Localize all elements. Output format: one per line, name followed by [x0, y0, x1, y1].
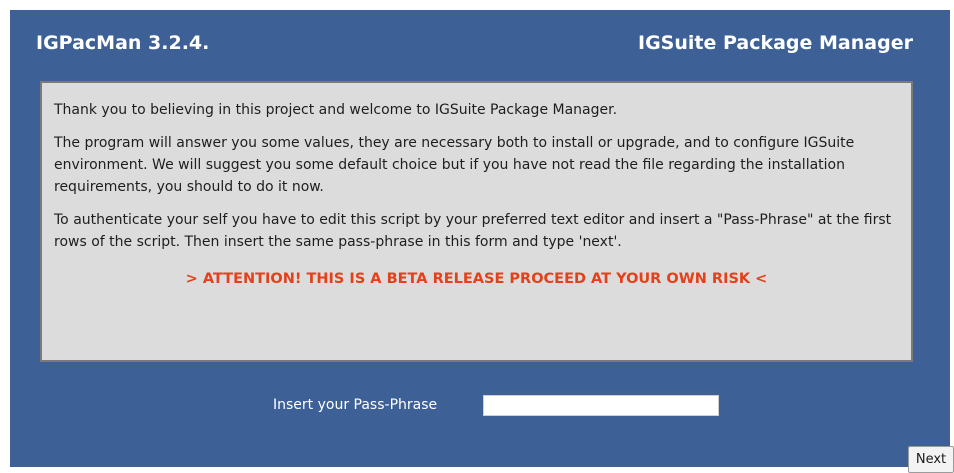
requirements-paragraph: The program will answer you some values,… [54, 135, 855, 195]
welcome-paragraph: Thank you to believing in this project a… [54, 102, 618, 118]
pass-phrase-label: Insert your Pass-Phrase [273, 397, 438, 413]
app-title: IGPacMan 3.2.4. [36, 32, 210, 54]
authentication-paragraph: To authenticate your self you have to ed… [54, 212, 892, 250]
beta-warning: > ATTENTION! THIS IS A BETA RELEASE PROC… [185, 271, 768, 287]
pass-phrase-input[interactable] [483, 395, 719, 416]
welcome-message-panel: Thank you to believing in this project a… [40, 81, 913, 362]
next-button[interactable]: Next [908, 446, 954, 473]
app-window: IGPacMan 3.2.4. IGSuite Package Manager … [10, 10, 954, 473]
app-subtitle: IGSuite Package Manager [638, 32, 913, 54]
